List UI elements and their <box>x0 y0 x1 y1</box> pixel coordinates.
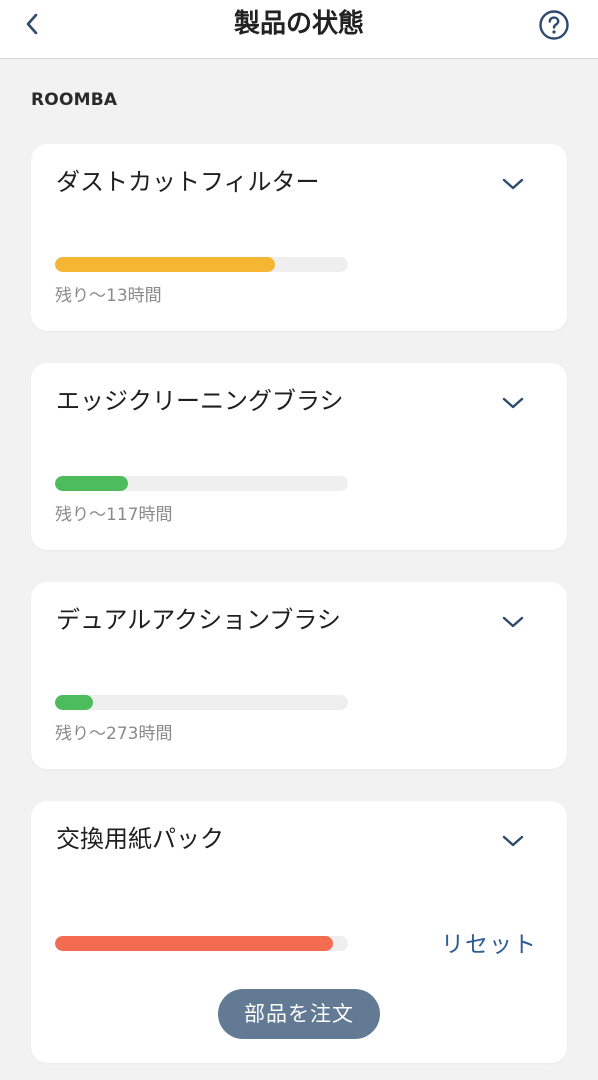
chevron-down-icon <box>502 835 524 847</box>
chevron-down-icon <box>502 397 524 409</box>
expand-button[interactable] <box>499 170 527 198</box>
remaining-time: 残り〜117時間 <box>55 505 173 525</box>
reset-button[interactable]: リセット <box>441 929 537 961</box>
question-circle-icon <box>539 10 569 40</box>
life-progress-bar <box>55 476 348 491</box>
part-name: エッジクリーニングブラシ <box>56 387 344 415</box>
life-progress-fill <box>55 257 275 272</box>
order-parts-button[interactable]: 部品を注文 <box>218 989 380 1039</box>
remaining-time: 残り〜13時間 <box>55 286 162 306</box>
part-name: デュアルアクションブラシ <box>56 606 341 634</box>
section-label: ROOMBA <box>31 90 118 110</box>
life-progress-fill <box>55 695 94 710</box>
help-button[interactable] <box>538 9 570 41</box>
part-card-dust-filter: ダストカットフィルター 残り〜13時間 <box>31 144 567 331</box>
part-name: 交換用紙パック <box>56 825 224 853</box>
expand-button[interactable] <box>499 608 527 636</box>
remaining-time: 残り〜273時間 <box>55 724 173 744</box>
life-progress-bar <box>55 936 348 951</box>
life-progress-bar <box>55 257 348 272</box>
part-card-dual-action-brush: デュアルアクションブラシ 残り〜273時間 <box>31 582 567 769</box>
part-name: ダストカットフィルター <box>56 168 320 196</box>
chevron-down-icon <box>502 616 524 628</box>
expand-button[interactable] <box>499 827 527 855</box>
chevron-down-icon <box>502 178 524 190</box>
life-progress-bar <box>55 695 348 710</box>
part-card-paper-pack: 交換用紙パック リセット 部品を注文 <box>31 801 567 1063</box>
life-progress-fill <box>55 476 129 491</box>
page-title: 製品の状態 <box>233 9 364 39</box>
expand-button[interactable] <box>499 389 527 417</box>
top-bar: 製品の状態 <box>0 0 598 59</box>
part-card-edge-brush: エッジクリーニングブラシ 残り〜117時間 <box>31 363 567 550</box>
life-progress-fill <box>55 936 334 951</box>
